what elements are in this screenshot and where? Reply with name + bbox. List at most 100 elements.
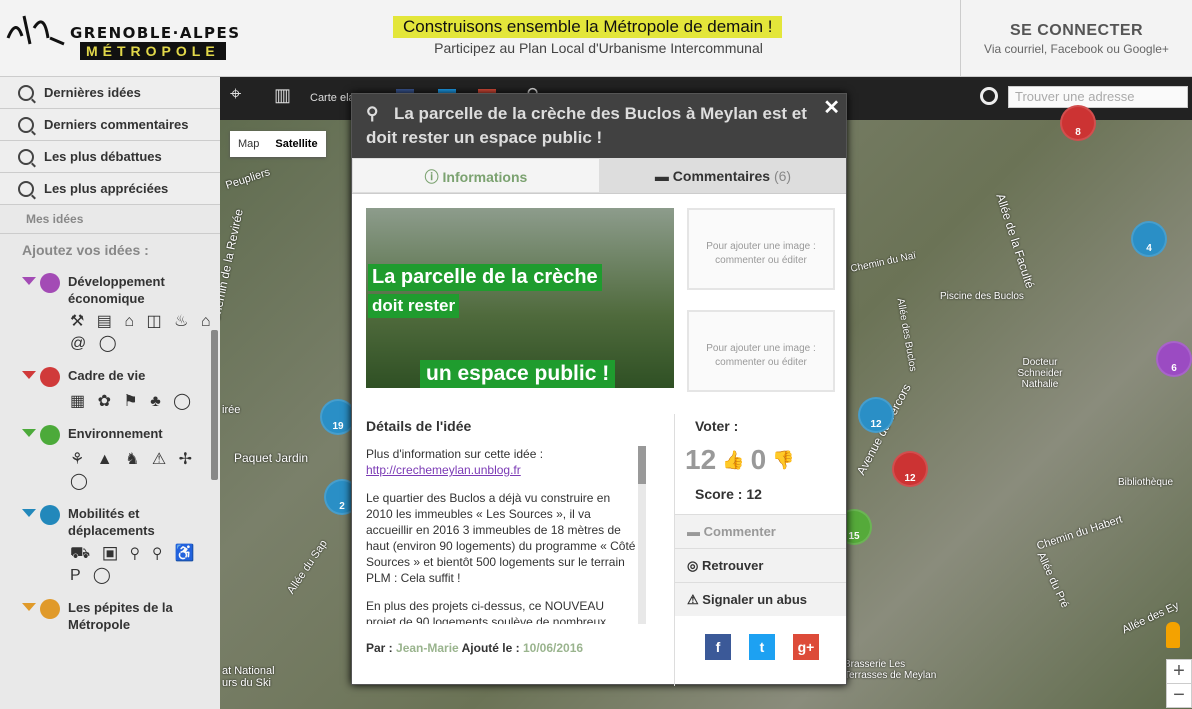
locate-button[interactable]: ◎ Retrouver (675, 548, 846, 582)
nav-latest-ideas[interactable]: Dernières idées (0, 77, 220, 109)
nav-label: Les plus débattues (44, 149, 162, 164)
comment-icon: ▬ (654, 168, 673, 184)
idea-link[interactable]: http://crechemeylan.unblog.fr (366, 463, 521, 477)
tab-informations[interactable]: ⓘ Informations (352, 158, 600, 193)
more-info-text: Plus d'information sur cette idée : (366, 447, 544, 461)
downvote-count: 0 (750, 444, 767, 475)
category-icon (40, 367, 60, 387)
category-economy[interactable]: Développement économique ⚒ ▤ ⌂ ◫ ♨ ⌂ @ ◯ (0, 269, 220, 363)
map-label: Peupliers (224, 166, 272, 192)
report-abuse-button[interactable]: ⚠ Signaler un abus (675, 582, 846, 616)
map-icon[interactable]: ▥ (274, 85, 291, 106)
triangle-icon (22, 429, 36, 437)
category-pepites[interactable]: Les pépites de la Métropole (0, 595, 220, 641)
google-plus-icon[interactable]: g+ (793, 634, 819, 660)
search-icon[interactable] (980, 87, 998, 105)
facebook-icon[interactable]: f (705, 634, 731, 660)
street-view-pegman-icon[interactable] (1166, 622, 1180, 648)
nav-latest-comments[interactable]: Derniers commentaires (0, 109, 220, 141)
map-label: Chemin de la Revirée (220, 207, 246, 324)
vote-title: Voter : (695, 418, 739, 434)
category-mobility[interactable]: Mobilités et déplacements ⛟ ▣ ⚲ ⚲ ♿ P ◯ (0, 501, 220, 595)
search-icon (18, 180, 34, 197)
map-marker[interactable]: 6 (1156, 341, 1192, 377)
address-search-input[interactable]: Trouver une adresse (1008, 86, 1188, 108)
sidebar-scrollbar[interactable] (211, 330, 218, 480)
zoom-in-button[interactable]: + (1167, 660, 1191, 684)
map-button[interactable]: Map (230, 131, 268, 157)
warning-icon: ⚠ (687, 592, 703, 607)
share-buttons: f t g+ (675, 616, 846, 660)
map-layer-label[interactable]: Carte ela (310, 92, 355, 104)
zoom-out-button[interactable]: − (1167, 684, 1191, 707)
button-label: Commenter (703, 524, 776, 539)
idea-meta: Par : Jean-Marie Ajouté le : 10/06/2016 (366, 641, 583, 655)
image-placeholder[interactable]: Pour ajouter une image : commenter ou éd… (687, 310, 835, 392)
by-label: Par : (366, 641, 393, 655)
map-label: Chemin du Naï (849, 250, 918, 275)
score-value: 12 (746, 486, 762, 502)
modal-tabs: ⓘ Informations ▬ Commentaires (6) (352, 158, 846, 194)
twitter-icon[interactable]: t (749, 634, 775, 660)
comment-button[interactable]: ▬ Commenter (675, 514, 846, 548)
category-icon (40, 505, 60, 525)
locate-icon: ◎ (687, 558, 702, 573)
description-paragraph: Le quartier des Buclos a déjà vu constru… (366, 491, 636, 585)
map-label: Docteur Schneider Nathalie (1017, 357, 1063, 390)
map-type-toggle: Map Satellite (230, 131, 326, 157)
map-marker[interactable]: 4 (1131, 221, 1167, 257)
map-marker[interactable]: 8 (1060, 105, 1096, 141)
map-marker[interactable]: 12 (892, 451, 928, 487)
thumbs-down-icon[interactable]: 👎 (772, 450, 794, 471)
close-icon[interactable]: ✕ (823, 96, 840, 120)
photo-caption: La parcelle de la crèche (368, 264, 602, 291)
map-label: Allée du Pré (1034, 550, 1071, 610)
thumbs-up-icon[interactable]: 👍 (722, 450, 744, 471)
category-name: Mobilités et déplacements (68, 506, 155, 538)
map-marker[interactable]: 12 (858, 397, 894, 433)
my-ideas-link[interactable]: Mes idées (0, 205, 220, 233)
category-icons[interactable]: ⚒ ▤ ⌂ ◫ ♨ ⌂ @ ◯ (22, 311, 220, 355)
tab-label: Commentaires (672, 168, 771, 184)
nav-most-debated[interactable]: Les plus débattues (0, 141, 220, 173)
comments-count: (6) (773, 168, 792, 184)
description-scrollbar[interactable] (638, 446, 646, 624)
score-label: Score : (695, 486, 743, 502)
header: GRENOBLE·ALPES MÉTROPOLE Construisons en… (0, 0, 1192, 77)
button-label: Signaler un abus (702, 592, 808, 607)
category-icon (40, 273, 60, 293)
crosshair-icon[interactable]: ⌖ (230, 83, 241, 106)
nav-label: Derniers commentaires (44, 117, 189, 132)
nav-most-liked[interactable]: Les plus appréciées (0, 173, 220, 205)
category-name: Développement économique (68, 274, 165, 306)
triangle-icon (22, 371, 36, 379)
author-name[interactable]: Jean-Marie (396, 641, 459, 655)
tab-commentaires[interactable]: ▬ Commentaires (6) (600, 158, 846, 193)
category-cadre-de-vie[interactable]: Cadre de vie ▦ ✿ ⚑ ♣ ◯ (0, 363, 220, 421)
vote-counts: 12 👍 0 👎 (675, 434, 846, 476)
category-icons[interactable]: ⚘ ▲ ♞ ⚠ ✢ ◯ (22, 449, 220, 493)
login-button[interactable]: SE CONNECTER Via courriel, Facebook ou G… (960, 0, 1192, 77)
category-name: Cadre de vie (68, 368, 146, 383)
category-icons[interactable]: ⛟ ▣ ⚲ ⚲ ♿ P ◯ (22, 543, 220, 587)
category-environment[interactable]: Environnement ⚘ ▲ ♞ ⚠ ✢ ◯ (0, 421, 220, 501)
login-title: SE CONNECTER (1009, 22, 1144, 39)
photo-caption: doit rester (368, 294, 460, 318)
upvote-count: 12 (685, 444, 717, 475)
nav-label: Les plus appréciées (44, 181, 169, 196)
playground-icon: ⚲ (366, 104, 379, 123)
idea-photo[interactable]: La parcelle de la crèche doit rester un … (366, 208, 674, 388)
metropole-logo[interactable]: GRENOBLE·ALPES MÉTROPOLE (4, 8, 239, 68)
category-icons[interactable]: ▦ ✿ ⚑ ♣ ◯ (22, 391, 220, 413)
vote-panel: Voter : 12 👍 0 👎 Score : 12 ▬ Commenter … (674, 414, 846, 686)
image-placeholder[interactable]: Pour ajouter une image : commenter ou éd… (687, 208, 835, 290)
map-label: Piscine des Buclos (940, 291, 1024, 302)
satellite-button[interactable]: Satellite (267, 131, 326, 157)
idea-description: Plus d'information sur cette idée : http:… (366, 446, 636, 624)
search-icon (18, 148, 34, 165)
map-label: at National urs du Ski (222, 665, 275, 689)
idea-modal: ⚲ La parcelle de la crèche des Buclos à M… (351, 93, 847, 686)
category-icon (40, 425, 60, 445)
category-name: Les pépites de la Métropole (68, 600, 173, 632)
category-name: Environnement (68, 426, 163, 441)
